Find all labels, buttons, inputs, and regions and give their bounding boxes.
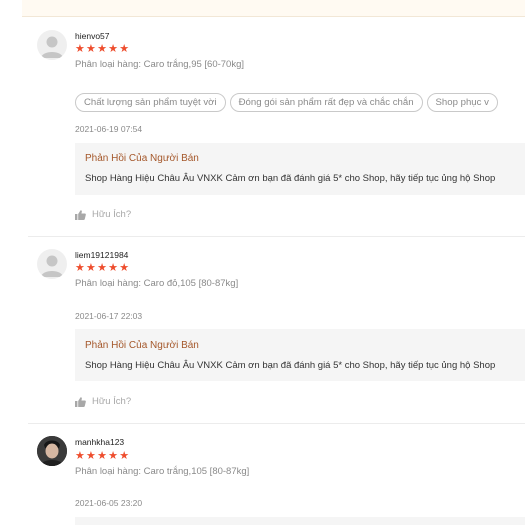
reviewer-username[interactable]: hienvo57 [75, 31, 110, 41]
rating-stars: ★★★★★ [75, 262, 131, 274]
seller-response-text: Shop Hàng Hiệu Châu Âu VNXK Cảm ơn bạn đ… [85, 360, 496, 371]
default-user-icon [41, 36, 63, 58]
review-datetime: 2021-06-19 07:54 [75, 124, 143, 134]
seller-response: Phản Hồi Của Người Bán Shop Hàng Hiệu Ch… [75, 143, 525, 195]
reviewer-username[interactable]: manhkha123 [75, 437, 124, 447]
avatar[interactable] [37, 436, 67, 466]
thumbs-up-icon [75, 396, 86, 407]
thumbs-up-icon [75, 209, 86, 220]
helpful-button[interactable]: Hữu Ích? [75, 396, 131, 407]
seller-response: Phản Hồi Của Người Bán Shop Hàng Hiệu Ch… [75, 329, 525, 381]
seller-response-title: Phản Hồi Của Người Bán [85, 340, 199, 351]
helpful-label: Hữu Ích? [92, 209, 132, 220]
review-datetime: 2021-06-17 22:03 [75, 311, 143, 321]
review-tag: Chất lượng sản phẩm tuyệt vời [75, 93, 226, 112]
previous-review-footer [22, 0, 525, 17]
rating-stars: ★★★★★ [75, 450, 131, 462]
rating-stars: ★★★★★ [75, 43, 131, 55]
review-tag: Shop phục v [426, 93, 498, 112]
product-variation: Phân loại hàng: Caro trắng,95 [60-70kg] [75, 59, 245, 70]
seller-response [75, 517, 525, 525]
helpful-label: Hữu Ích? [92, 396, 132, 407]
default-user-icon [41, 255, 63, 277]
product-variation: Phân loại hàng: Caro đỏ,105 [80-87kg] [75, 278, 239, 289]
seller-response-title: Phản Hồi Của Người Bán [85, 153, 199, 164]
seller-response-text: Shop Hàng Hiệu Châu Âu VNXK Cảm ơn bạn đ… [85, 173, 496, 184]
helpful-button[interactable]: Hữu Ích? [75, 209, 131, 220]
review-divider [28, 423, 525, 424]
review-datetime: 2021-06-05 23:20 [75, 498, 143, 508]
review-divider [28, 236, 525, 237]
user-photo-icon [37, 436, 67, 466]
avatar[interactable] [37, 30, 67, 60]
reviewer-username[interactable]: liem19121984 [75, 250, 128, 260]
avatar[interactable] [37, 249, 67, 279]
review-tags: Chất lượng sản phẩm tuyệt vời Đóng gói sả… [75, 92, 502, 112]
review-tag: Đóng gói sản phẩm rất đẹp và chắc chắn [229, 93, 423, 112]
product-variation: Phân loại hàng: Caro trắng,105 [80-87kg] [75, 466, 250, 477]
